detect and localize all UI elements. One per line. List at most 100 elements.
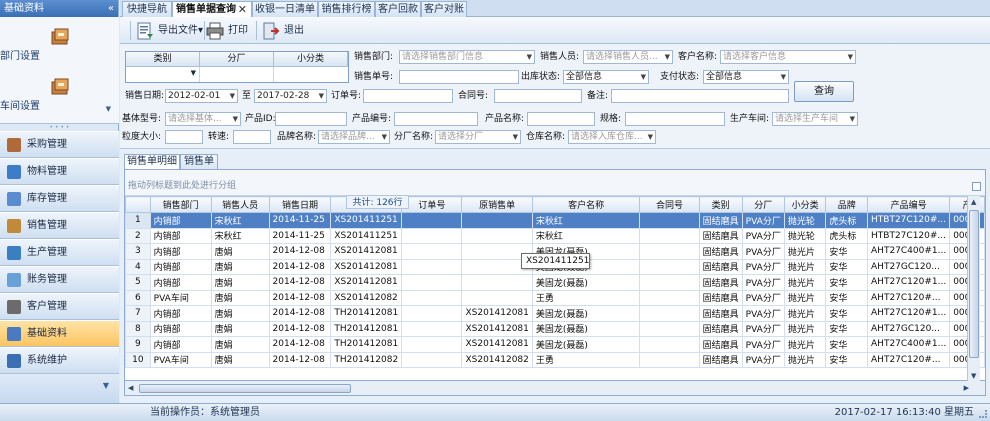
table-cell[interactable]: 美固龙(聂磊) [531,320,641,337]
table-cell[interactable]: 抛光片 [783,305,827,322]
table-cell[interactable]: 虎头标 [825,212,869,229]
table-cell[interactable]: 内销部 [149,274,212,291]
table-cell[interactable]: TH201412082 [330,351,403,368]
table-cell[interactable]: 抛光片 [783,258,827,275]
table-cell[interactable]: XS201412082 [461,351,533,368]
exit-button[interactable]: 退出 [262,20,308,42]
table-cell[interactable]: 安华 [825,336,869,353]
scrollbar-thumb[interactable] [139,384,351,393]
column-header[interactable]: 订单号 [401,196,463,213]
table-cell[interactable]: 内销部 [149,336,212,353]
column-header[interactable]: 产品编号 [867,196,951,213]
table-cell[interactable]: 2014-12-08 [268,258,332,275]
export-button[interactable]: 导出文件▾ [136,20,204,42]
table-cell[interactable]: 抛光片 [783,336,827,353]
table-cell[interactable] [639,336,700,353]
table-cell[interactable] [639,351,700,368]
table-cell[interactable]: 安华 [825,289,869,306]
table-cell[interactable]: 2014-11-25 [268,227,332,244]
column-header[interactable]: 类别 [698,196,743,213]
workshop-select[interactable]: 请选择生产车间 ▼ [772,112,858,126]
row-number-cell[interactable]: 9 [125,336,151,353]
column-header[interactable]: 客户名称 [531,196,641,213]
product-no-input[interactable] [394,112,478,126]
table-cell[interactable]: 安华 [825,320,869,337]
table-cell[interactable]: AHT27C120#1... [867,305,951,322]
table-cell[interactable] [639,258,700,275]
scroll-down-icon[interactable]: ▼ [971,372,976,380]
table-cell[interactable]: PVA分厂 [741,227,785,244]
table-cell[interactable]: 虎头标 [825,227,869,244]
dept-select[interactable]: 请选择销售部门信息 ▼ [399,50,535,64]
tab-sales-ranking[interactable]: 销售排行榜 [318,1,375,17]
table-cell[interactable]: XS201411251 [330,212,403,229]
table-row[interactable]: 6 PVA车间 唐娟 2014-12-08 XS201412082 王勇 固结磨具 PVA分厂… [125,289,985,306]
table-cell[interactable] [401,243,463,260]
table-cell[interactable]: PVA分厂 [741,320,785,337]
column-header[interactable]: 小分类 [783,196,827,213]
table-cell[interactable]: HTBT27C120#... [867,212,951,229]
table-cell[interactable]: 唐娟 [210,243,270,260]
column-header[interactable]: 品牌 [825,196,869,213]
grain-input[interactable] [165,130,203,144]
table-cell[interactable] [401,336,463,353]
table-cell[interactable]: 内销部 [149,305,212,322]
contract-input[interactable] [494,89,582,103]
nav-item-material[interactable]: 物料管理 [0,158,119,185]
table-cell[interactable]: 2014-12-08 [268,351,332,368]
base-type-select[interactable]: 请选择基体... ▼ [165,112,241,126]
collapse-icon[interactable]: « [108,0,114,17]
table-cell[interactable]: 内销部 [149,212,212,229]
category-cell[interactable]: ▼ [126,67,200,82]
nav-item-basic-data[interactable]: 基础资料 [0,320,119,347]
table-cell[interactable]: 唐娟 [210,305,270,322]
table-cell[interactable]: PVA分厂 [741,289,785,306]
query-button[interactable]: 查询 [794,81,854,102]
table-cell[interactable]: 2014-12-08 [268,289,332,306]
table-row[interactable]: 5 内销部 唐娟 2014-12-08 XS201412081 美固龙(聂磊) 固结磨具 PV… [125,274,985,291]
nav-item-sales[interactable]: 销售管理 [0,212,119,239]
column-header[interactable]: 销售人员 [210,196,270,213]
table-cell[interactable]: 王勇 [531,351,641,368]
table-cell[interactable]: 安华 [825,351,869,368]
product-name-input[interactable] [527,112,595,126]
table-cell[interactable]: 2014-12-08 [268,305,332,322]
table-cell[interactable] [401,227,463,244]
table-cell[interactable]: 2014-11-25 [268,212,332,229]
row-number-cell[interactable]: 4 [125,258,151,275]
table-cell[interactable]: 安华 [825,243,869,260]
table-cell[interactable]: XS201412081 [461,336,533,353]
spec-input[interactable] [625,112,725,126]
table-cell[interactable]: PVA分厂 [741,336,785,353]
nav-item-system[interactable]: 系统维护 [0,347,119,374]
table-row[interactable]: 7 内销部 唐娟 2014-12-08 TH201412081 XS201412081 美固… [125,305,985,322]
category-filter-grid[interactable]: 类别 分厂 小分类 ▼ [125,51,349,83]
branch-select[interactable]: 请选择分厂 ▼ [435,130,521,144]
scrollbar-thumb[interactable] [969,210,979,358]
table-cell[interactable]: 2014-12-08 [268,243,332,260]
table-cell[interactable] [461,212,533,229]
table-cell[interactable] [401,289,463,306]
table-cell[interactable] [461,227,533,244]
nav-item-inventory[interactable]: 库存管理 [0,185,119,212]
row-number-cell[interactable]: 5 [125,274,151,291]
table-cell[interactable]: 固结磨具 [698,274,743,291]
table-cell[interactable]: XS201412081 [330,258,403,275]
table-cell[interactable]: 宋秋红 [531,227,641,244]
tab-sales-detail[interactable]: 销售单明细 [124,154,180,169]
column-header[interactable] [125,196,151,213]
table-cell[interactable]: 2014-12-08 [268,274,332,291]
table-cell[interactable]: AHT27GC120... [867,258,951,275]
table-cell[interactable]: 2014-12-08 [268,336,332,353]
row-number-cell[interactable]: 10 [125,351,151,368]
table-cell[interactable]: 美固龙(聂磊) [531,305,641,322]
table-cell[interactable]: 宋秋红 [210,227,270,244]
table-cell[interactable]: 抛光片 [783,243,827,260]
table-cell[interactable]: TH201412081 [330,305,403,322]
vertical-scrollbar[interactable]: ▲ ▼ [967,196,980,382]
table-cell[interactable]: 美固龙(聂磊) [531,274,641,291]
brand-select[interactable]: 请选择品牌... ▼ [318,130,390,144]
table-cell[interactable]: 抛光片 [783,274,827,291]
customer-select[interactable]: 请选择客户信息 ▼ [720,50,856,64]
date-from-input[interactable]: 2012-02-01 ▼ [165,89,238,103]
